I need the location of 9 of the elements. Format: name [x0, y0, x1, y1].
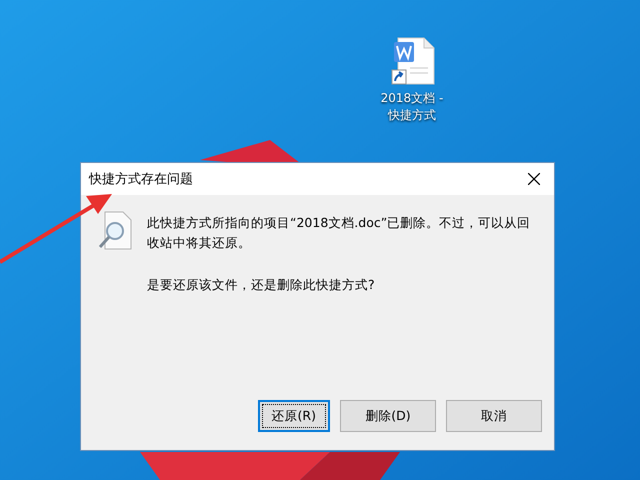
question-text: 是要还原该文件，还是删除此快捷方式? — [147, 276, 376, 294]
dialog-button[interactable]: 还原(R) — [258, 400, 330, 432]
window-title: 快捷方式存在问题 — [89, 171, 193, 188]
document-search-icon — [97, 211, 133, 251]
icon-label: 2018文档 - 快捷方式 — [380, 90, 444, 124]
message-text: 此快捷方式所指向的项目“2018文档.doc”已删除。不过，可以从回收站中将其还原。 — [147, 214, 532, 252]
close-icon — [528, 173, 540, 185]
dialog-button[interactable]: 取消 — [446, 400, 542, 432]
dialog-button[interactable]: 删除(D) — [340, 400, 436, 432]
